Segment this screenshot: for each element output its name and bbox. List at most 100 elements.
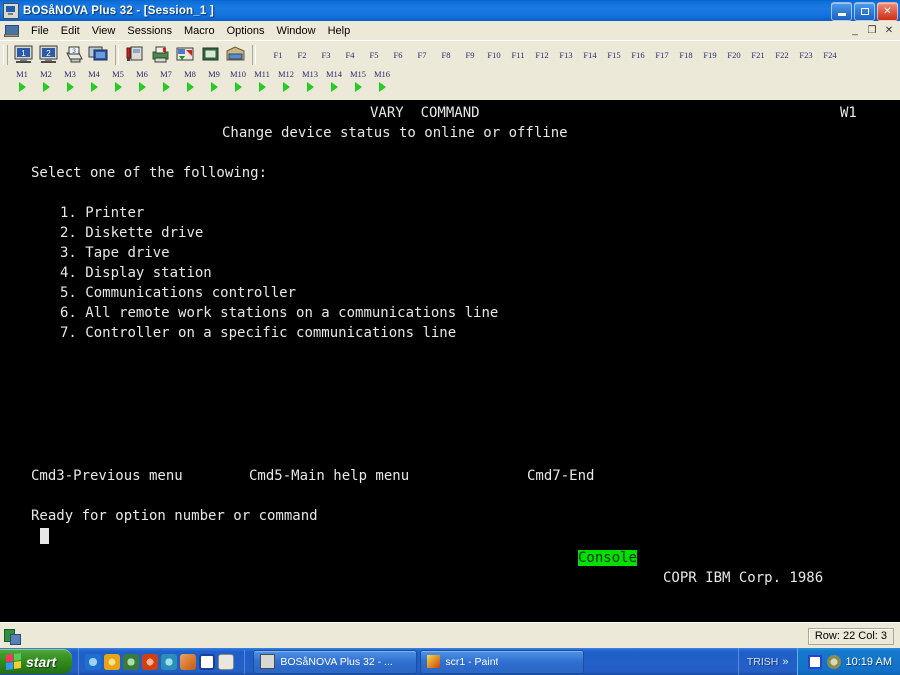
archive-icon[interactable]: [224, 44, 247, 66]
macro-key-m9[interactable]: M9: [202, 69, 226, 92]
function-key-f17[interactable]: F17: [650, 50, 674, 60]
macro-key-m11[interactable]: M11: [250, 69, 274, 92]
macro-key-m10[interactable]: M10: [226, 69, 250, 92]
media-player-icon[interactable]: [104, 653, 121, 670]
option-number: 7.: [60, 325, 77, 341]
browser-icon[interactable]: [123, 653, 140, 670]
function-key-f21[interactable]: F21: [746, 50, 770, 60]
menu-item-macro[interactable]: Macro: [178, 24, 221, 38]
command-key-cmd7[interactable]: Cmd7-End: [527, 466, 900, 486]
function-key-f20[interactable]: F20: [722, 50, 746, 60]
macro-key-m7[interactable]: M7: [154, 69, 178, 92]
internet-explorer-icon[interactable]: [85, 653, 102, 670]
session-1-icon[interactable]: 1: [12, 44, 35, 66]
copyright-notice: COPR IBM Corp. 1986: [663, 570, 824, 586]
terminal-screen[interactable]: VARY COMMAND W1 Change device status to …: [0, 100, 900, 622]
antivirus-icon[interactable]: [142, 653, 159, 670]
function-key-f22[interactable]: F22: [770, 50, 794, 60]
menu-option-3[interactable]: 3. Tape drive: [60, 243, 900, 263]
macro-key-m2[interactable]: M2: [34, 69, 58, 92]
chevron-right-icon[interactable]: »: [782, 656, 788, 668]
macro-key-m12[interactable]: M12: [274, 69, 298, 92]
screen-capture-icon[interactable]: [199, 44, 222, 66]
menu-option-4[interactable]: 4. Display station: [60, 263, 900, 283]
task-button-paint[interactable]: scr1 - Paint: [420, 649, 585, 674]
session-3-printer-icon[interactable]: 3: [62, 44, 85, 66]
function-key-f16[interactable]: F16: [626, 50, 650, 60]
function-key-f14[interactable]: F14: [578, 50, 602, 60]
macro-key-m14[interactable]: M14: [322, 69, 346, 92]
close-button[interactable]: ✕: [877, 2, 898, 21]
menu-item-file[interactable]: File: [25, 24, 55, 38]
menu-item-sessions[interactable]: Sessions: [121, 24, 178, 38]
menu-item-edit[interactable]: Edit: [55, 24, 86, 38]
task-button-bosanova[interactable]: BOSåNOVA Plus 32 - ...: [253, 649, 418, 674]
display-session-icon[interactable]: [87, 44, 110, 66]
menu-item-window[interactable]: Window: [270, 24, 321, 38]
function-key-f6[interactable]: F6: [386, 50, 410, 60]
macro-key-m6[interactable]: M6: [130, 69, 154, 92]
menu-item-help[interactable]: Help: [322, 24, 357, 38]
outlook-icon[interactable]: [180, 653, 197, 670]
mdi-minimize-button[interactable]: _: [847, 23, 863, 37]
function-key-f9[interactable]: F9: [458, 50, 482, 60]
function-key-f2[interactable]: F2: [290, 50, 314, 60]
function-key-f11[interactable]: F11: [506, 50, 530, 60]
maximize-button[interactable]: [854, 2, 875, 21]
notepad-icon[interactable]: [218, 653, 235, 670]
update-icon[interactable]: [826, 654, 841, 669]
menu-option-5[interactable]: 5. Communications controller: [60, 283, 900, 303]
minimize-button[interactable]: [831, 2, 852, 21]
volume-icon[interactable]: [807, 654, 822, 669]
macro-key-m8[interactable]: M8: [178, 69, 202, 92]
play-icon: [330, 82, 338, 92]
keyboard-remap-icon[interactable]: [124, 44, 147, 66]
console-badge-row: Console: [578, 548, 900, 568]
function-key-f3[interactable]: F3: [314, 50, 338, 60]
menu-option-2[interactable]: 2. Diskette drive: [60, 223, 900, 243]
session-2-icon[interactable]: 2: [37, 44, 60, 66]
function-key-f4[interactable]: F4: [338, 50, 362, 60]
word-icon[interactable]: [199, 653, 216, 670]
file-transfer-icon[interactable]: [174, 44, 197, 66]
mdi-close-button[interactable]: ✕: [881, 23, 897, 37]
macro-key-m13[interactable]: M13: [298, 69, 322, 92]
menu-option-6[interactable]: 6. All remote work stations on a communi…: [60, 303, 900, 323]
function-key-f18[interactable]: F18: [674, 50, 698, 60]
mdi-restore-button[interactable]: ❐: [864, 23, 880, 37]
start-button[interactable]: start: [0, 649, 73, 674]
macro-key-m16[interactable]: M16: [370, 69, 394, 92]
macro-key-m15[interactable]: M15: [346, 69, 370, 92]
function-key-f24[interactable]: F24: [818, 50, 842, 60]
language-bar[interactable]: TRISH »: [737, 648, 797, 675]
menu-option-7[interactable]: 7. Controller on a specific communicatio…: [60, 323, 900, 343]
function-key-f5[interactable]: F5: [362, 50, 386, 60]
function-key-f10[interactable]: F10: [482, 50, 506, 60]
macro-key-m5[interactable]: M5: [106, 69, 130, 92]
function-key-f15[interactable]: F15: [602, 50, 626, 60]
network-globe-icon[interactable]: [161, 653, 178, 670]
play-icon: [282, 82, 290, 92]
macro-key-m3[interactable]: M3: [58, 69, 82, 92]
macro-key-m1[interactable]: M1: [10, 69, 34, 92]
function-key-f12[interactable]: F12: [530, 50, 554, 60]
function-key-f13[interactable]: F13: [554, 50, 578, 60]
terminal-text-area[interactable]: VARY COMMAND W1 Change device status to …: [0, 100, 900, 622]
menu-item-view[interactable]: View: [86, 24, 122, 38]
macro-key-m4[interactable]: M4: [82, 69, 106, 92]
option-number: 3.: [60, 245, 77, 261]
function-key-f7[interactable]: F7: [410, 50, 434, 60]
menu-option-1[interactable]: 1. Printer: [60, 203, 900, 223]
function-key-f8[interactable]: F8: [434, 50, 458, 60]
function-key-f23[interactable]: F23: [794, 50, 818, 60]
toolbar-grip[interactable]: [3, 44, 8, 65]
printer-setup-icon[interactable]: [149, 44, 172, 66]
function-key-f1[interactable]: F1: [266, 50, 290, 60]
system-clock[interactable]: 10:19 AM: [846, 656, 892, 668]
function-key-f19[interactable]: F19: [698, 50, 722, 60]
play-icon: [258, 82, 266, 92]
menu-item-options[interactable]: Options: [221, 24, 271, 38]
svg-text:2: 2: [46, 49, 51, 58]
application-window: BOSåNOVA Plus 32 - [Session_1 ] ✕ File E…: [0, 0, 900, 675]
menu-bar: File Edit View Sessions Macro Options Wi…: [0, 21, 900, 40]
